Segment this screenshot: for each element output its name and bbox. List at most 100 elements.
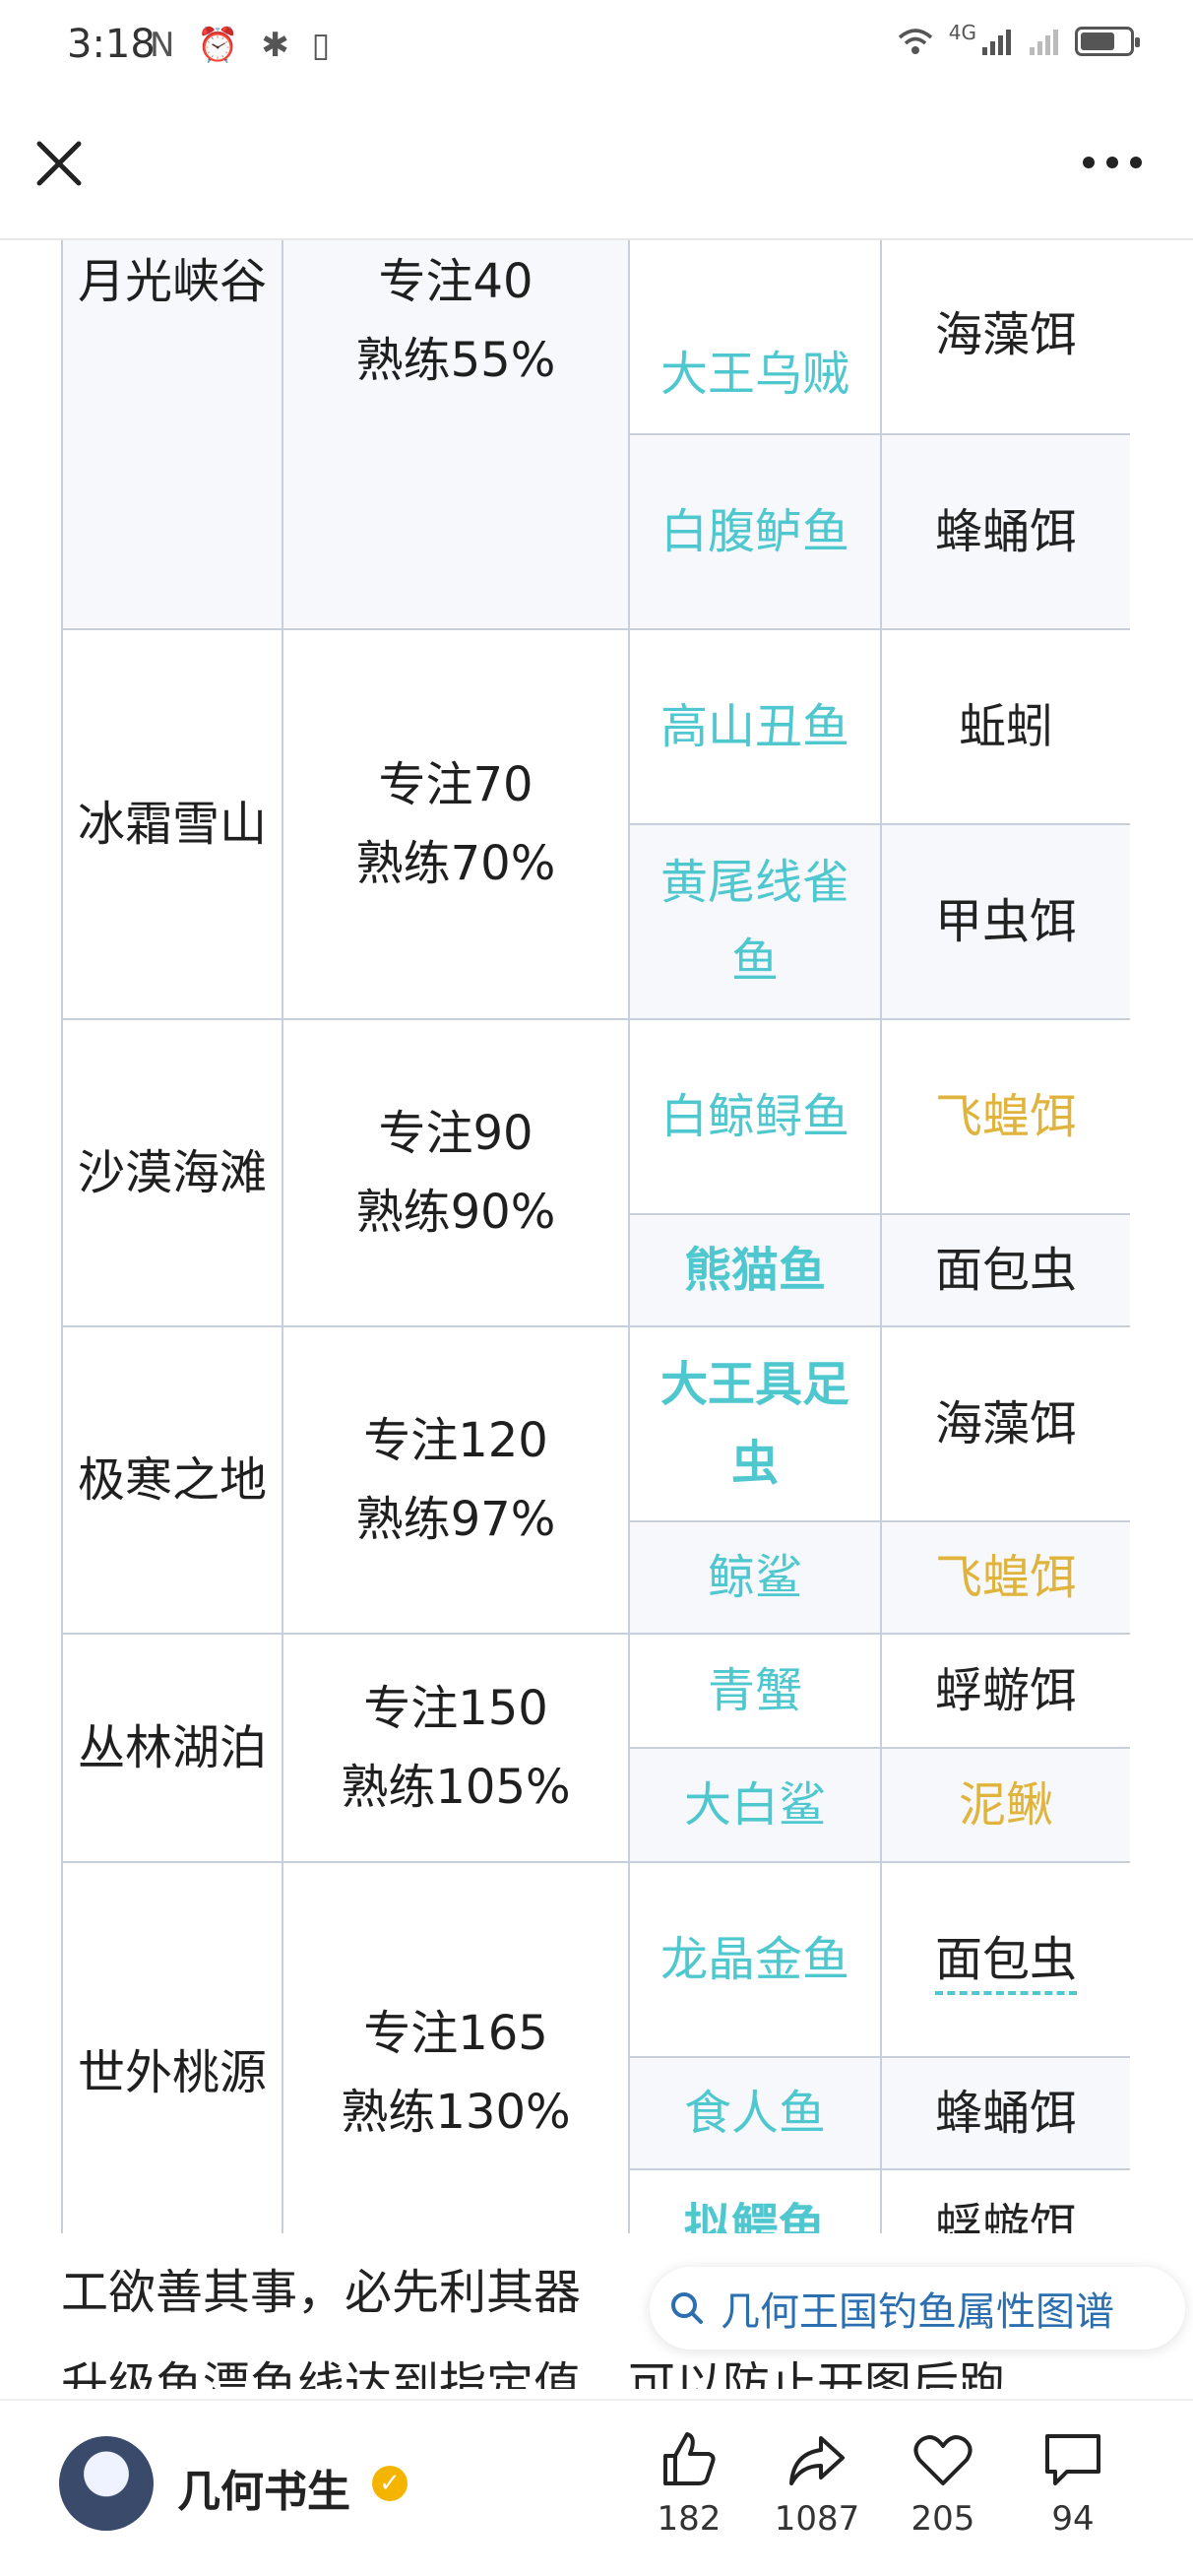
bait-cell: 蜉蝣饵 (880, 2168, 1130, 2233)
search-suggestion-chip[interactable]: 几何王国钓鱼属性图谱 (650, 2267, 1185, 2350)
fish-cell[interactable]: 青蟹 (628, 1633, 882, 1749)
skill-requirement: 熟练90% (355, 1185, 556, 1240)
close-button[interactable] (30, 134, 89, 193)
bait-name: 海藻饵 (934, 1396, 1077, 1451)
skill-requirement: 熟练97% (355, 1492, 556, 1547)
status-bar: 3:18 N ⏰ ✱ ▯ 4G (0, 0, 1193, 98)
network-type: 4G (948, 21, 976, 44)
table-row: 冰霜雪山 专注70 熟练70% 高山丑鱼 蚯蚓 (61, 628, 1130, 1020)
skill-requirement: 熟练55% (355, 333, 556, 388)
favorite-button[interactable]: 205 (884, 2428, 1002, 2539)
search-suggestion-text[interactable]: 几何王国钓鱼属性图谱 (721, 2280, 1114, 2337)
fish-cell[interactable]: 大白鲨 (628, 1747, 882, 1863)
fish-cell[interactable]: 拟鳄龟 (628, 2168, 882, 2233)
skill-requirement: 熟练130% (341, 2085, 571, 2140)
fish-name[interactable]: 拟鳄龟 (684, 2199, 826, 2233)
requirement-cell: 专注90 熟练90% (282, 1018, 630, 1327)
region-cell: 沙漠海滩 (61, 1018, 283, 1327)
fish-name[interactable]: 大王乌贼 (660, 347, 849, 402)
bait-link[interactable]: 面包虫 (934, 1932, 1077, 1995)
bait-cell: 甲虫饵 (880, 823, 1130, 1020)
fish-cell[interactable]: 高山丑鱼 (628, 628, 882, 825)
comment-button[interactable]: 94 (1014, 2428, 1132, 2539)
fish-name[interactable]: 青蟹 (708, 1663, 802, 1718)
bait-name: 飞蝗饵 (934, 1550, 1077, 1605)
fishing-table-container: 月光峡谷 专注40 熟练55% 大王乌贼 海藻饵 白腹鲈鱼 蜂蛹饵 冰霜雪山 专注… (61, 240, 1130, 2233)
fish-cell[interactable]: 大王具足虫 (628, 1325, 882, 1522)
fish-name[interactable]: 大白鲨 (684, 1777, 826, 1833)
fish-name[interactable]: 鲸鲨 (708, 1550, 802, 1605)
bait-name: 蜉蝣饵 (934, 1663, 1077, 1718)
bottom-bar: 几何书生 ✓ 182 1087 205 94 (0, 2399, 1193, 2576)
skill-requirement: 熟练70% (355, 836, 556, 891)
author-name[interactable]: 几何书生 (177, 2456, 350, 2519)
region-cell: 月光峡谷 (61, 240, 283, 630)
comment-count: 94 (1051, 2499, 1095, 2539)
bait-name: 面包虫 (934, 1243, 1077, 1298)
requirement-cell: 专注120 熟练97% (282, 1325, 630, 1635)
fish-name[interactable]: 高山丑鱼 (660, 699, 849, 754)
requirement-cell: 专注150 熟练105% (282, 1633, 630, 1863)
fish-cell[interactable]: 食人鱼 (628, 2056, 882, 2170)
more-icon (1083, 157, 1142, 168)
fish-cell[interactable]: 鲸鲨 (628, 1520, 882, 1635)
bait-name: 泥鳅 (958, 1777, 1053, 1833)
fish-name[interactable]: 白鲸鲟鱼 (660, 1089, 849, 1144)
bait-name: 蜂蛹饵 (934, 504, 1077, 559)
bait-cell: 飞蝗饵 (880, 1018, 1130, 1215)
region-cell: 极寒之地 (61, 1325, 283, 1635)
bait-cell: 蜂蛹饵 (880, 2056, 1130, 2170)
region-name: 世外桃源 (77, 2045, 267, 2100)
bait-name: 飞蝗饵 (934, 1089, 1077, 1144)
like-button[interactable]: 182 (630, 2428, 748, 2539)
wifi-icon (898, 29, 932, 54)
bait-name: 蚯蚓 (958, 699, 1053, 754)
status-right-icons: 4G (896, 21, 1140, 57)
focus-requirement: 专注70 (378, 757, 534, 812)
requirement-cell: 专注165 熟练130% (282, 1861, 630, 2233)
bait-cell: 泥鳅 (880, 1747, 1130, 1863)
bait-cell: 面包虫 (880, 1213, 1130, 1327)
region-cell: 丛林湖泊 (61, 1633, 283, 1863)
bait-cell: 蚯蚓 (880, 628, 1130, 825)
author-avatar[interactable] (59, 2436, 154, 2531)
article-line-1: 工欲善其事，必先利其器 (61, 2265, 582, 2320)
fish-name[interactable]: 龙晶金鱼 (660, 1932, 849, 1987)
fish-cell[interactable]: 黄尾线雀鱼 (628, 823, 882, 1020)
thumbs-up-icon (663, 2432, 716, 2485)
share-icon (789, 2436, 845, 2485)
focus-requirement: 专注40 (378, 254, 534, 309)
fish-name[interactable]: 食人鱼 (684, 2086, 826, 2141)
fishing-table: 月光峡谷 专注40 熟练55% 大王乌贼 海藻饵 白腹鲈鱼 蜂蛹饵 冰霜雪山 专注… (61, 240, 1130, 2233)
region-cell: 冰霜雪山 (61, 628, 283, 1020)
fish-name[interactable]: 大王具足虫 (660, 1357, 849, 1491)
fish-name[interactable]: 黄尾线雀鱼 (660, 855, 849, 989)
signal-2-icon (1030, 30, 1058, 55)
bait-cell: 蜂蛹饵 (880, 433, 1130, 630)
signal-icon (982, 30, 1011, 55)
fish-cell[interactable]: 白鲸鲟鱼 (628, 1018, 882, 1215)
more-button[interactable] (1079, 148, 1146, 177)
comment-icon (1045, 2434, 1100, 2485)
fish-name[interactable]: 熊猫鱼 (684, 1243, 826, 1298)
fish-cell[interactable]: 龙晶金鱼 (628, 1861, 882, 2058)
table-row: 极寒之地 专注120 熟练97% 大王具足虫 海藻饵 (61, 1325, 1130, 1635)
bait-cell: 蜉蝣饵 (880, 1633, 1130, 1749)
bait-name: 蜂蛹饵 (934, 2086, 1077, 2141)
close-icon (36, 141, 82, 186)
share-count: 1087 (774, 2499, 860, 2539)
like-count: 182 (657, 2499, 722, 2539)
requirement-cell: 专注40 熟练55% (282, 240, 630, 630)
search-icon (671, 2292, 703, 2324)
share-button[interactable]: 1087 (758, 2428, 876, 2539)
fish-cell[interactable]: 熊猫鱼 (628, 1213, 882, 1327)
region-name: 冰霜雪山 (77, 797, 267, 852)
region-cell: 世外桃源 (61, 1861, 283, 2233)
focus-requirement: 专注165 (363, 2006, 548, 2061)
fish-cell[interactable]: 白腹鲈鱼 (628, 433, 882, 630)
bait-cell[interactable]: 面包虫 (880, 1861, 1130, 2058)
bait-name: 蜉蝣饵 (934, 2199, 1077, 2233)
verified-badge-icon: ✓ (372, 2466, 408, 2501)
fish-name[interactable]: 白腹鲈鱼 (660, 504, 849, 559)
fish-cell[interactable]: 大王乌贼 (628, 240, 882, 435)
